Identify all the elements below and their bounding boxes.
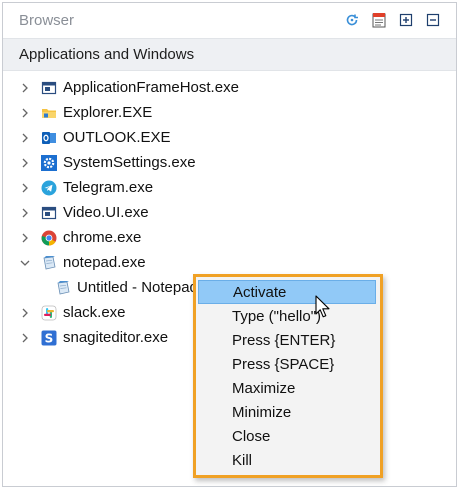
notepad-icon: [41, 255, 57, 271]
chevron-right-icon[interactable]: [19, 107, 31, 119]
expand-all-icon[interactable]: [397, 11, 415, 29]
telegram-icon: [41, 180, 57, 196]
snagit-icon: S: [41, 330, 57, 346]
section-header: Applications and Windows: [3, 38, 456, 71]
tree-item[interactable]: Telegram.exe: [19, 177, 153, 199]
context-menu: Activate Type ("hello") Press {ENTER} Pr…: [193, 274, 383, 478]
menu-item-minimize[interactable]: Minimize: [198, 400, 376, 424]
tree-item[interactable]: slack.exe: [19, 302, 126, 324]
slack-icon: [41, 305, 57, 321]
tree-item-label: notepad.exe: [63, 254, 146, 271]
menu-item-press-space[interactable]: Press {SPACE}: [198, 352, 376, 376]
panel-titlebar: Browser: [3, 3, 456, 38]
settings-gear-icon: [41, 155, 57, 171]
menu-item-type-hello[interactable]: Type ("hello"): [198, 304, 376, 328]
refresh-icon[interactable]: [343, 11, 361, 29]
chevron-right-icon[interactable]: [19, 182, 31, 194]
tree-item-label: Video.UI.exe: [63, 204, 149, 221]
tree-item-label: slack.exe: [63, 304, 126, 321]
chevron-right-icon[interactable]: [19, 207, 31, 219]
section-title: Applications and Windows: [19, 46, 195, 63]
tree-item[interactable]: chrome.exe: [19, 227, 141, 249]
tree-item[interactable]: ApplicationFrameHost.exe: [19, 77, 239, 99]
tree-item-label: SystemSettings.exe: [63, 154, 196, 171]
chevron-right-icon[interactable]: [19, 157, 31, 169]
outlook-icon: [41, 130, 57, 146]
tree-item-label: chrome.exe: [63, 229, 142, 246]
tree-item-label: ApplicationFrameHost.exe: [63, 79, 239, 96]
properties-icon[interactable]: [370, 11, 388, 29]
tree-item[interactable]: Video.UI.exe: [19, 202, 149, 224]
folder-icon: [41, 105, 57, 121]
panel-toolbar: [343, 11, 442, 29]
notepad-icon: [55, 280, 71, 296]
svg-text:S: S: [45, 332, 54, 346]
menu-item-maximize[interactable]: Maximize: [198, 376, 376, 400]
chevron-down-icon[interactable]: [19, 257, 31, 269]
tree-item[interactable]: notepad.exe: [19, 252, 146, 274]
collapse-all-icon[interactable]: [424, 11, 442, 29]
chevron-right-icon[interactable]: [19, 132, 31, 144]
window-icon: [41, 80, 57, 96]
menu-item-activate[interactable]: Activate: [198, 280, 376, 304]
panel-title: Browser: [19, 12, 75, 29]
chevron-right-icon[interactable]: [19, 332, 31, 344]
tree-item[interactable]: SystemSettings.exe: [19, 152, 196, 174]
tree-item[interactable]: S snagiteditor.exe: [19, 327, 168, 349]
chevron-right-icon[interactable]: [19, 307, 31, 319]
tree-item-label: snagiteditor.exe: [63, 329, 169, 346]
menu-item-kill[interactable]: Kill: [198, 448, 376, 472]
window-icon: [41, 205, 57, 221]
chevron-right-icon[interactable]: [19, 232, 31, 244]
tree-item-label: Telegram.exe: [63, 179, 154, 196]
chrome-icon: [41, 230, 57, 246]
tree-item[interactable]: OUTLOOK.EXE: [19, 127, 171, 149]
tree-item[interactable]: Explorer.EXE: [19, 102, 152, 124]
tree-item-label: Untitled - Notepad: [77, 279, 198, 296]
chevron-right-icon[interactable]: [19, 82, 31, 94]
tree-item-label: OUTLOOK.EXE: [63, 129, 171, 146]
menu-item-press-enter[interactable]: Press {ENTER}: [198, 328, 376, 352]
tree-item-label: Explorer.EXE: [63, 104, 153, 121]
tree-child-item[interactable]: Untitled - Notepad: [55, 277, 198, 299]
menu-item-close[interactable]: Close: [198, 424, 376, 448]
